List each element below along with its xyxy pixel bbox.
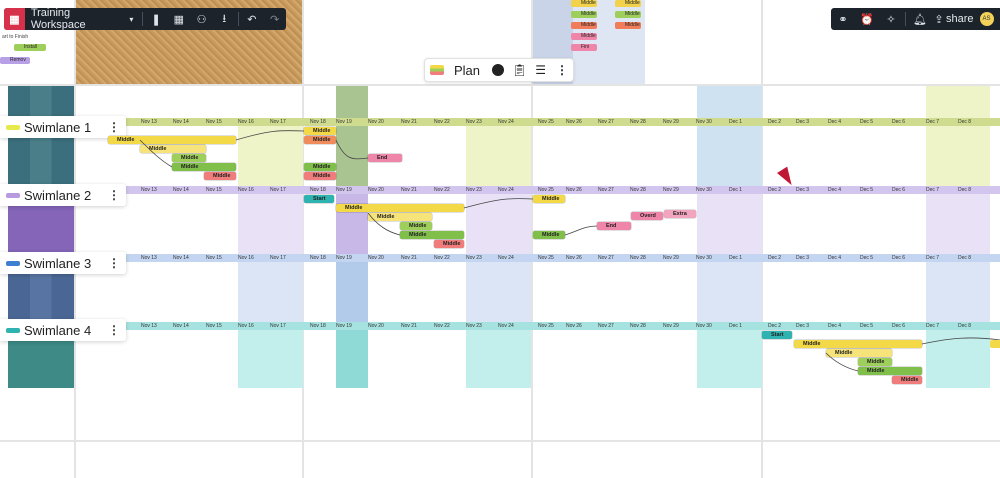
main-toolbar: ▦ Training Workspace ▾ ❚ ▦ ⚇ ⭳ ↶ ↷ (4, 7, 286, 31)
clipboard-check-icon[interactable]: 📋︎ (512, 63, 527, 77)
workspace-name[interactable]: Training Workspace (31, 7, 123, 31)
alarm-icon[interactable]: ⏰ (855, 8, 879, 30)
list-icon[interactable]: ☰ (535, 63, 546, 77)
undo-icon[interactable]: ↶ (241, 8, 264, 30)
right-toolbar: ⚭ ⏰ ✧ 🔔︎ ⇪ share AS (831, 8, 1000, 30)
bell-icon[interactable]: 🔔︎ (908, 8, 932, 30)
plan-settings-icon[interactable] (492, 64, 505, 76)
redo-icon[interactable]: ↷ (263, 8, 286, 30)
people-search-icon[interactable]: ⚇ (190, 8, 213, 30)
plan-icon (430, 65, 444, 75)
chevron-down-icon[interactable]: ▾ (123, 8, 140, 30)
plan-title[interactable]: Plan (454, 63, 480, 78)
share-button[interactable]: share (946, 13, 974, 25)
avatar[interactable]: AS (979, 12, 994, 26)
plan-bar: Plan 📋︎ ☰ ⋮ (424, 58, 574, 82)
wand-icon[interactable]: ✧ (879, 8, 903, 30)
grid-icon[interactable]: ▦ (168, 8, 191, 30)
download-icon[interactable]: ⭳ (213, 8, 236, 30)
bookmark-icon[interactable]: ❚ (145, 8, 168, 30)
share-icon[interactable]: ⇪ (932, 8, 946, 30)
app-logo-icon[interactable]: ▦ (4, 8, 25, 30)
task-card-partial[interactable] (990, 340, 1000, 348)
more-vertical-icon[interactable]: ⋮ (556, 63, 568, 77)
link-icon[interactable]: ⚭ (831, 8, 855, 30)
